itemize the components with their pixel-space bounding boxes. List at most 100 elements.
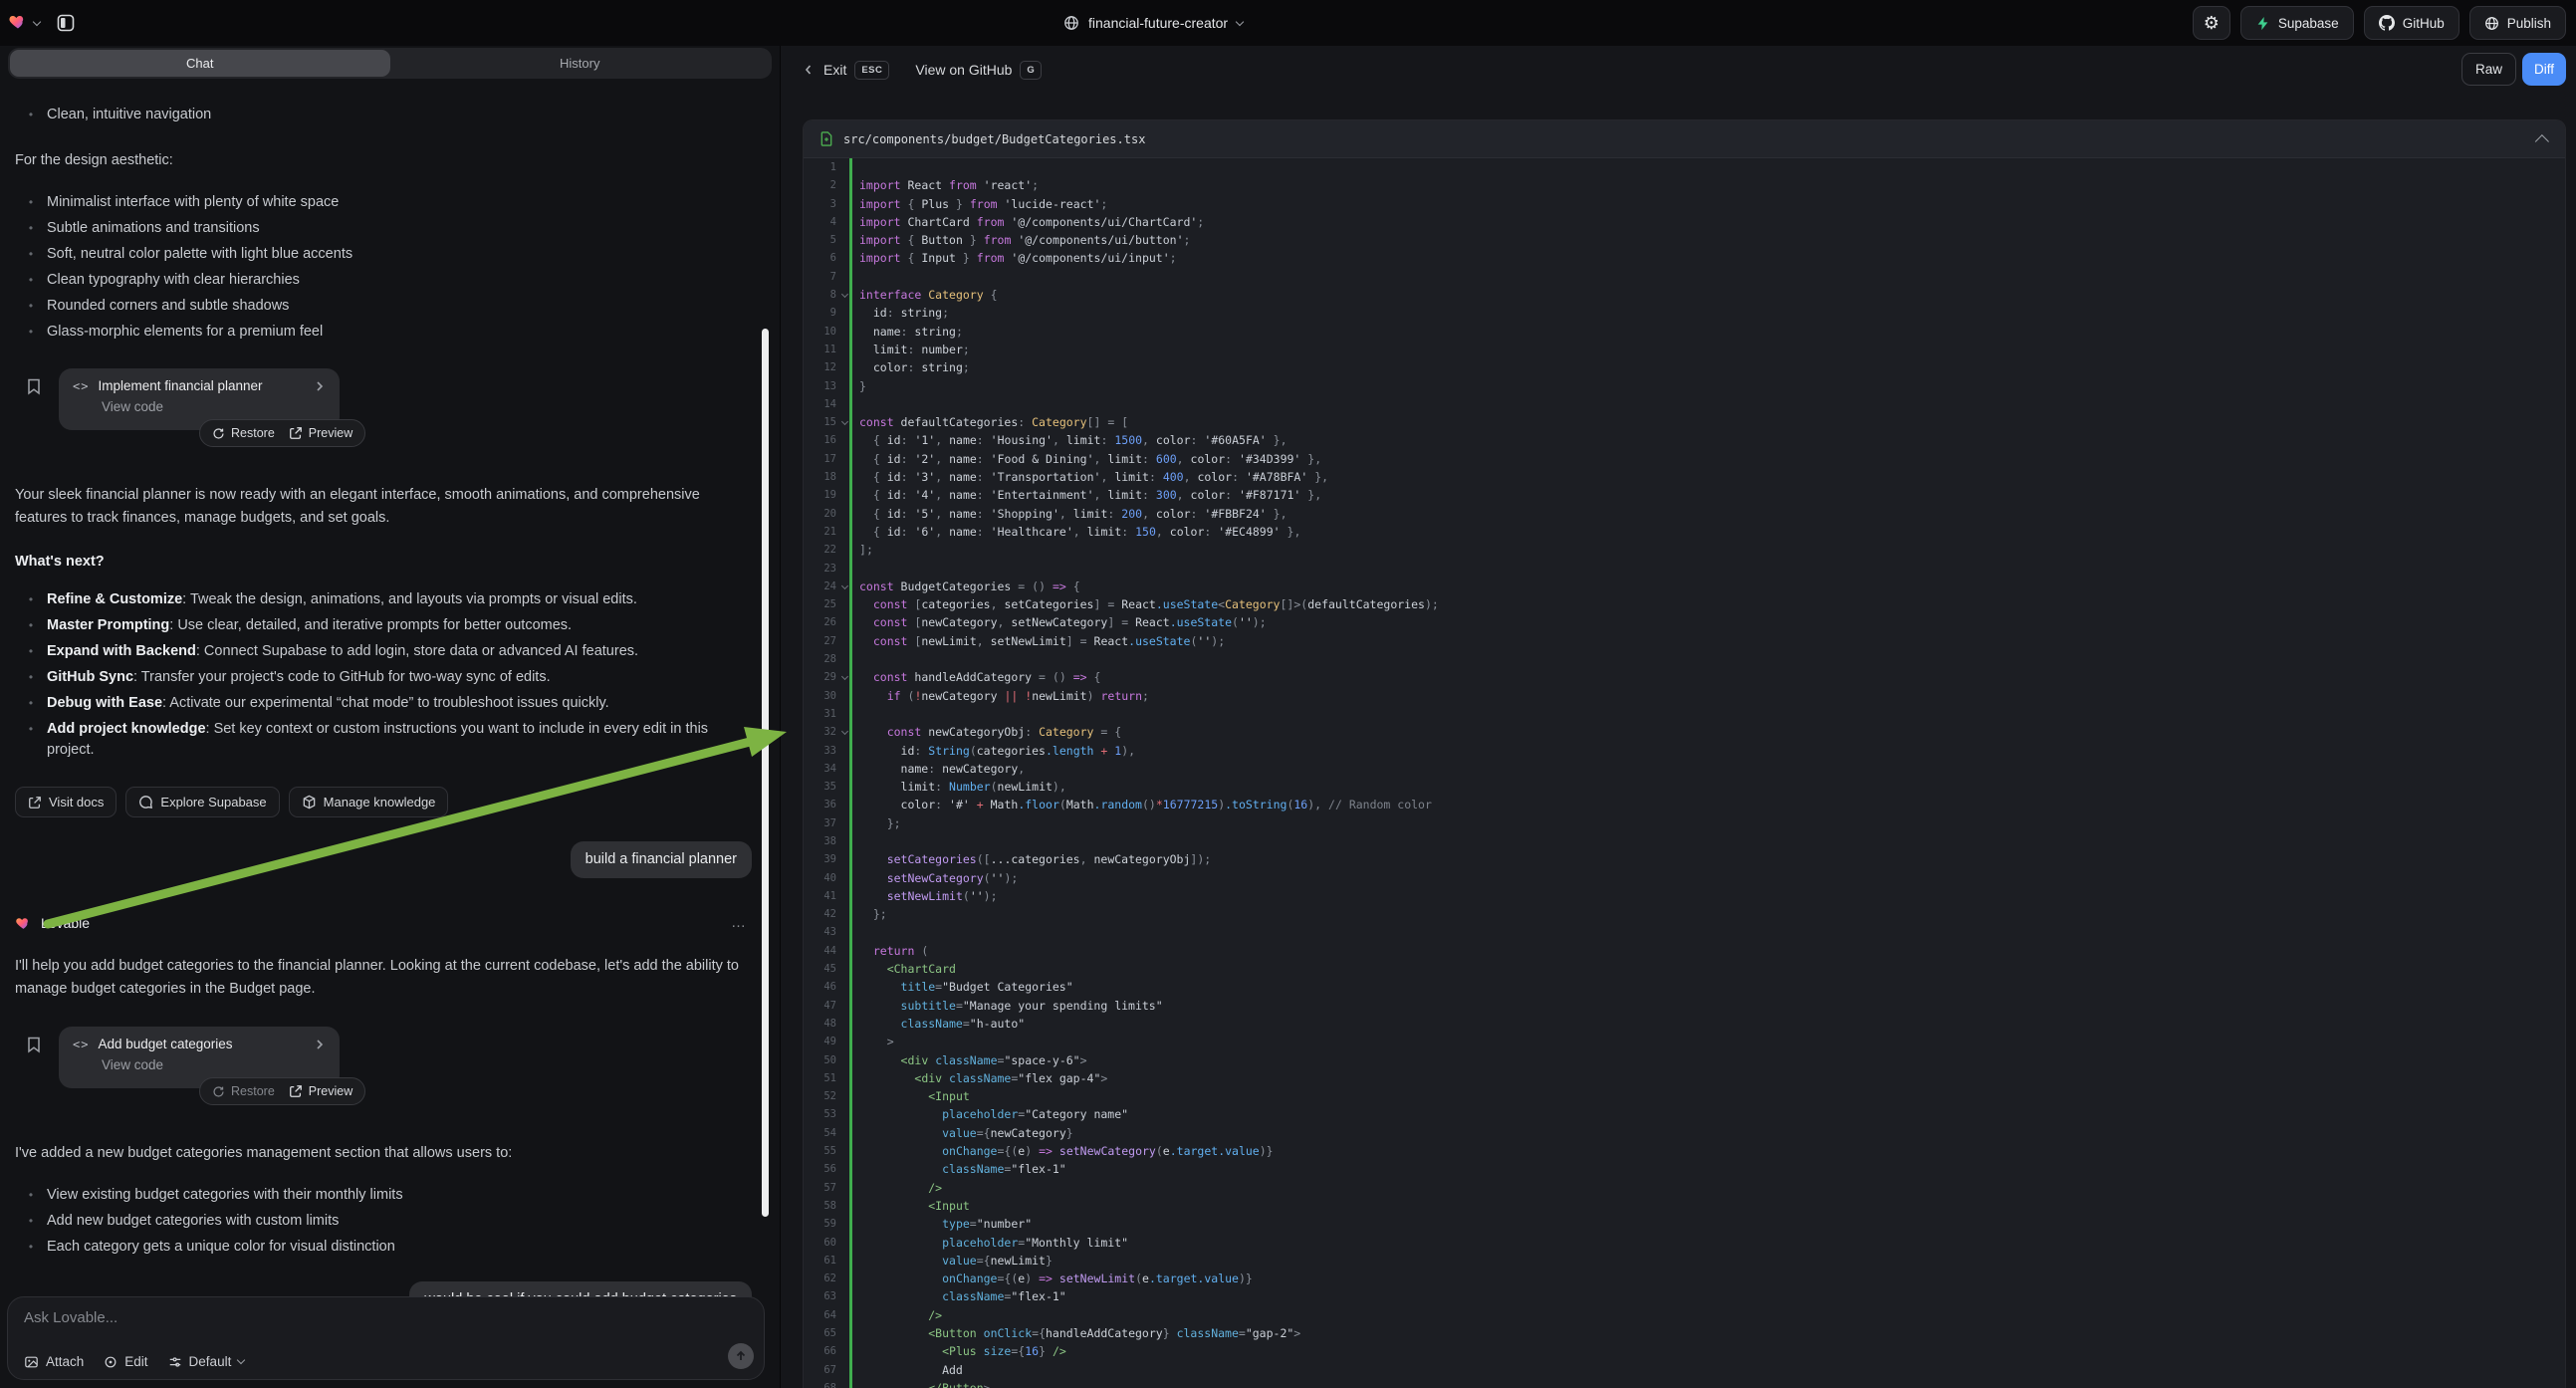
diff-button[interactable]: Diff (2522, 53, 2566, 86)
bookmark-icon (27, 1037, 41, 1053)
composer-toolbar: Attach Edit Default (24, 1354, 244, 1369)
code-text: interface Category { (852, 286, 998, 304)
external-link-icon (289, 1084, 303, 1098)
list-item: •Expand with Backend: Connect Supabase t… (15, 641, 730, 662)
chat-panel: Chat History •Clean, intuitive navigatio… (0, 46, 780, 1388)
line-number: 25 (804, 595, 836, 613)
chevron-down-icon[interactable] (33, 17, 41, 25)
code-text: className="flex-1" (852, 1287, 1066, 1305)
bookmark-icon[interactable] (27, 378, 41, 399)
send-button[interactable] (728, 1343, 754, 1369)
code-text: { id: '6', name: 'Healthcare', limit: 15… (852, 523, 1300, 541)
bullet-icon: • (15, 719, 47, 761)
code-text (852, 923, 859, 941)
line-number: 17 (804, 450, 836, 468)
line-number: 41 (804, 887, 836, 905)
list-item: •Minimalist interface with plenty of whi… (15, 192, 730, 213)
file-card-header[interactable]: src/components/budget/BudgetCategories.t… (804, 120, 2565, 158)
edit-button[interactable]: Edit (104, 1354, 147, 1369)
publish-label: Publish (2507, 16, 2551, 31)
bullet-icon: • (15, 296, 47, 317)
code-line: 44 return ( (804, 942, 2565, 960)
code-text: <div className="flex gap-4"> (852, 1069, 1107, 1087)
restore-button[interactable]: Restore (212, 426, 275, 440)
manage-knowledge-button[interactable]: Manage knowledge (289, 787, 449, 817)
bullet-icon: • (15, 244, 47, 265)
code-text: placeholder="Monthly limit" (852, 1234, 1128, 1252)
bookmark-icon[interactable] (27, 1037, 41, 1057)
line-number: 51 (804, 1069, 836, 1087)
fold-chevron-icon[interactable] (841, 418, 848, 425)
topbar-right-group: ⚙ Supabase GitHub Publish (2193, 0, 2566, 46)
chevron-left-icon (802, 63, 816, 77)
code-line: 27 const [newLimit, setNewLimit] = React… (804, 632, 2565, 650)
settings-button[interactable]: ⚙ (2193, 6, 2230, 40)
collapse-chevron-icon[interactable] (2535, 134, 2549, 148)
bullet-list: •Minimalist interface with plenty of whi… (15, 192, 752, 343)
lovable-heart-icon (8, 11, 28, 31)
raw-button[interactable]: Raw (2461, 53, 2516, 86)
code-text: const newCategoryObj: Category = { (852, 723, 1121, 741)
code-line: 19 { id: '4', name: 'Entertainment', lim… (804, 486, 2565, 504)
code-line: 17 { id: '2', name: 'Food & Dining', lim… (804, 450, 2565, 468)
fold-chevron-icon[interactable] (841, 291, 848, 298)
message-menu-icon[interactable]: … (731, 914, 748, 931)
assistant-paragraph: For the design aesthetic: (15, 149, 752, 172)
code-line: 65 <Button onClick={handleAddCategory} c… (804, 1324, 2565, 1342)
line-number: 34 (804, 760, 836, 778)
code-text: <Input (852, 1087, 970, 1105)
list-item: •Add project knowledge: Set key context … (15, 719, 730, 761)
restore-button[interactable]: Restore (212, 1084, 275, 1098)
supabase-button[interactable]: Supabase (2240, 6, 2354, 40)
line-number: 45 (804, 960, 836, 978)
line-number: 46 (804, 978, 836, 996)
code-text: className="h-auto" (852, 1015, 1025, 1033)
visit-docs-button[interactable]: Visit docs (15, 787, 117, 817)
fold-chevron-icon[interactable] (841, 582, 848, 589)
code-text: import React from 'react'; (852, 176, 1039, 194)
g-shortcut-badge: G (1020, 61, 1042, 80)
code-line: 31 (804, 705, 2565, 723)
code-line: 13} (804, 377, 2565, 395)
prompt-input[interactable] (24, 1309, 621, 1326)
list-item: •Add new budget categories with custom l… (15, 1211, 730, 1232)
view-code-link[interactable]: View code (102, 399, 326, 414)
code-text: title="Budget Categories" (852, 978, 1073, 996)
lovable-heart-icon (15, 914, 32, 931)
preview-button[interactable]: Preview (289, 426, 352, 440)
tab-history[interactable]: History (390, 50, 771, 77)
code-line: 16 { id: '1', name: 'Housing', limit: 15… (804, 431, 2565, 449)
code-line: 4import ChartCard from '@/components/ui/… (804, 213, 2565, 231)
code-line: 47 subtitle="Manage your spending limits… (804, 997, 2565, 1015)
view-mode-switch: Raw Diff (2461, 53, 2566, 86)
code-line: 20 { id: '5', name: 'Shopping', limit: 2… (804, 505, 2565, 523)
fold-chevron-icon[interactable] (841, 728, 848, 735)
github-button[interactable]: GitHub (2364, 6, 2459, 40)
exit-button[interactable]: Exit ESC (802, 61, 889, 80)
sidebar-toggle-button[interactable] (52, 9, 80, 37)
mode-select-button[interactable]: Default (168, 1354, 245, 1369)
bullet-icon: • (15, 1211, 47, 1232)
code-text: value={newCategory} (852, 1124, 1073, 1142)
line-number: 40 (804, 869, 836, 887)
tab-chat[interactable]: Chat (10, 50, 390, 77)
project-switcher[interactable]: financial-future-creator (1063, 0, 1243, 46)
line-number: 35 (804, 778, 836, 796)
fold-chevron-icon[interactable] (841, 673, 848, 680)
lovable-heart-logo[interactable] (8, 11, 28, 36)
code-line: 14 (804, 395, 2565, 413)
code-line: 41 setNewLimit(''); (804, 887, 2565, 905)
chat-scrollbar-thumb[interactable] (762, 329, 769, 1217)
explore-supabase-button[interactable]: Explore Supabase (125, 787, 279, 817)
code-viewer-header: Exit ESC View on GitHub G Raw Diff (781, 46, 2576, 94)
code-text: onChange={(e) => setNewLimit(e.target.va… (852, 1270, 1253, 1287)
chat-history-tabbar: Chat History (8, 48, 772, 79)
code-line: 53 placeholder="Category name" (804, 1105, 2565, 1123)
publish-button[interactable]: Publish (2469, 6, 2566, 40)
view-on-github-button[interactable]: View on GitHub G (915, 61, 1042, 80)
code-text: name: string; (852, 323, 963, 341)
attach-button[interactable]: Attach (24, 1354, 84, 1369)
line-number: 43 (804, 923, 836, 941)
view-code-link[interactable]: View code (102, 1057, 326, 1072)
preview-button[interactable]: Preview (289, 1084, 352, 1098)
